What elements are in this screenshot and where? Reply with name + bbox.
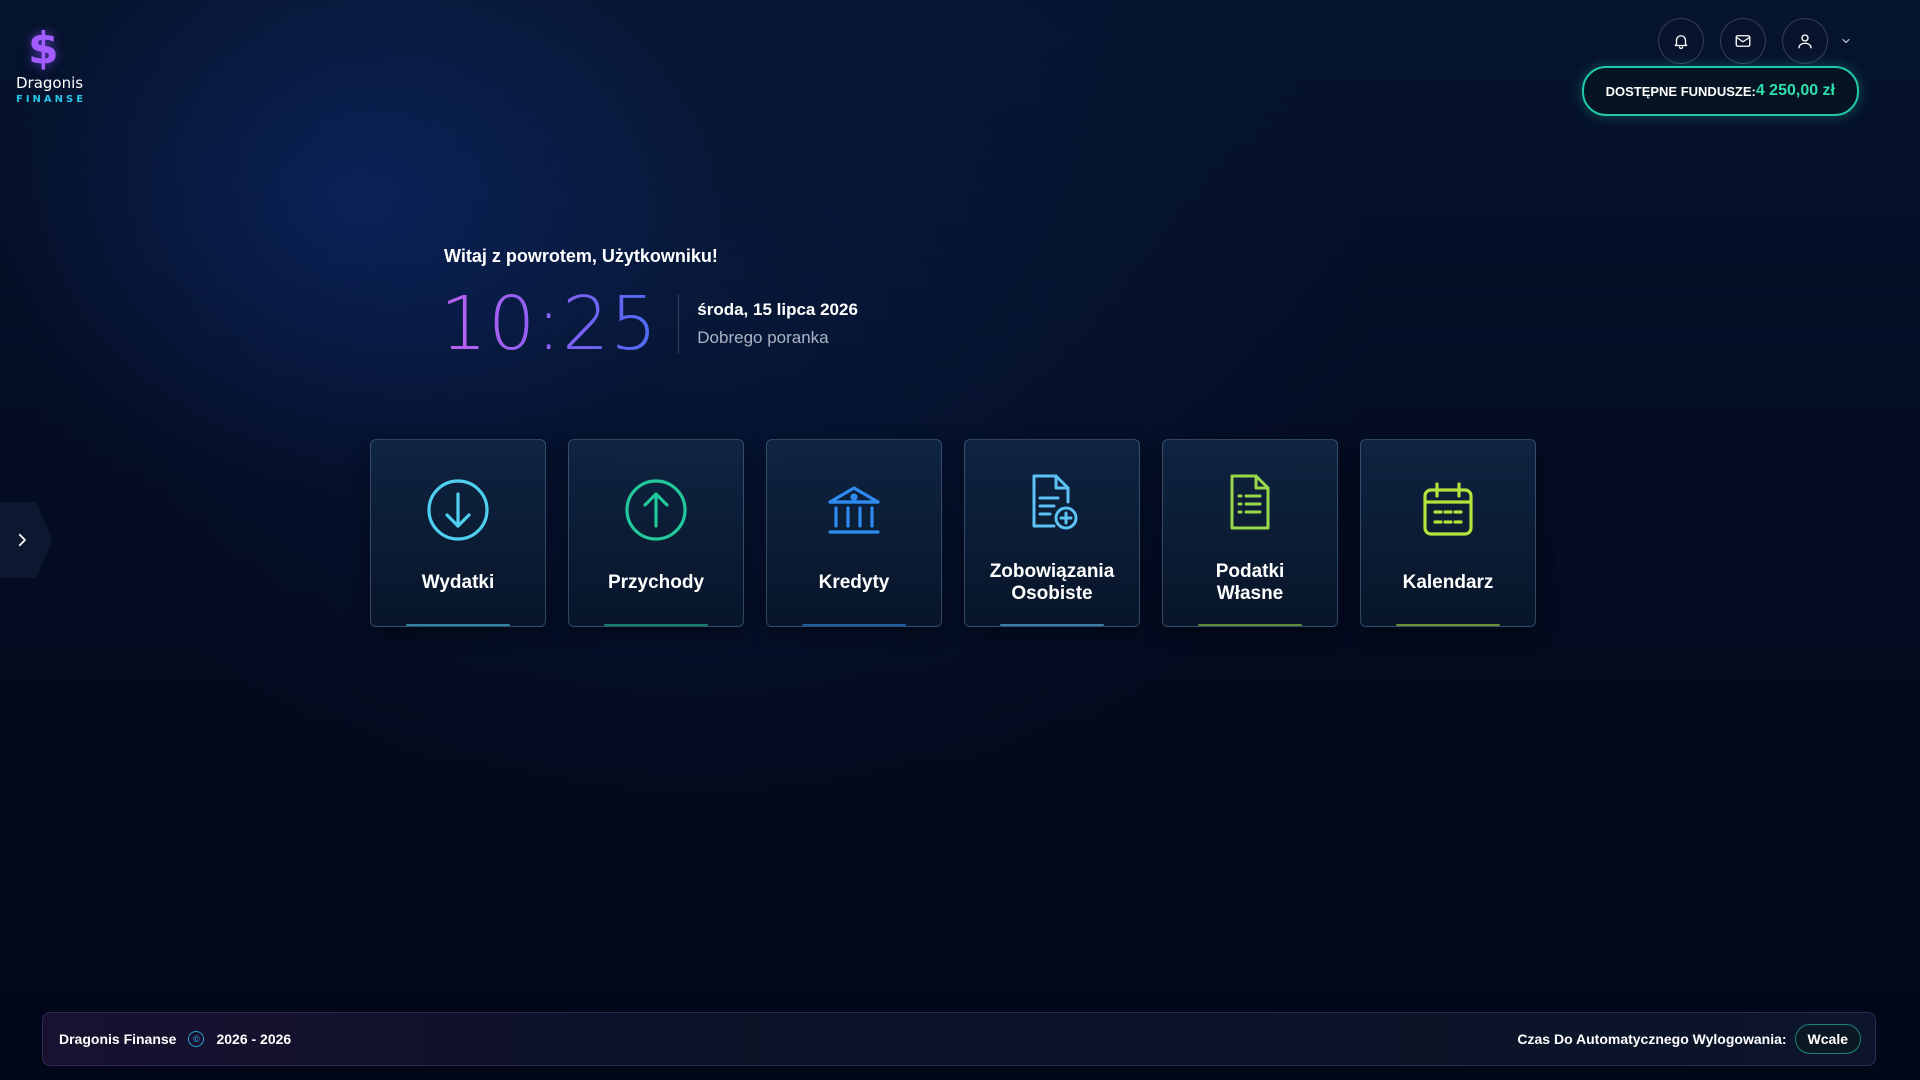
chevron-right-icon [18, 533, 26, 547]
copyright-icon: © [188, 1031, 205, 1047]
clock-divider [678, 294, 680, 354]
chevron-down-icon[interactable] [1840, 35, 1852, 47]
daypart-greeting: Dobrego poranka [697, 328, 829, 347]
available-funds-badge[interactable]: DOSTĘPNE FUNDUSZE: 4 250,00 zł [1581, 66, 1859, 116]
available-funds-value: 4 250,00 zł [1755, 82, 1835, 99]
footer-brand-name: Dragonis Finanse [59, 1031, 177, 1047]
tile-accent [999, 624, 1105, 626]
tile-accent [603, 624, 709, 626]
tile-accent [1197, 624, 1303, 626]
brand-name: Dragonis [16, 74, 84, 92]
module-tiles: Wydatki Przychody Kredyty Zobowiązania O… [370, 439, 1536, 627]
bell-icon [1674, 35, 1688, 50]
dollar-icon: $ [28, 23, 59, 74]
welcome-message: Witaj z powrotem, Użytkowniku! [444, 246, 718, 266]
brand-subtitle: FINANSE [16, 94, 87, 105]
footer-years: 2026 - 2026 [216, 1031, 292, 1047]
footer-brand: Dragonis Finanse © 2026 - 2026 [59, 1031, 291, 1047]
tile-accent [405, 624, 511, 626]
sidebar-toggle-button[interactable] [0, 502, 52, 578]
header-actions [1658, 18, 1852, 64]
auto-logout-label: Czas Do Automatycznego Wylogowania: [1517, 1031, 1787, 1047]
auto-logout-section: Czas Do Automatycznego Wylogowania: Wcal… [1517, 1024, 1861, 1054]
current-date: środa, 15 lipca 2026 [697, 300, 858, 319]
auto-logout-value[interactable]: Wcale [1794, 1024, 1861, 1054]
tile-accent [801, 624, 907, 626]
arrow-down-circle-icon [427, 479, 489, 541]
messages-button[interactable] [1720, 18, 1766, 64]
tile-podatki-wlasne[interactable]: Podatki Własne [1162, 439, 1338, 627]
tile-zobowiazania-osobiste[interactable]: Zobowiązania Osobiste [964, 439, 1140, 627]
tile-kredyty[interactable]: Kredyty [766, 439, 942, 627]
tile-przychody[interactable]: Przychody [568, 439, 744, 627]
brand-logo[interactable]: $ Dragonis FINANSE [12, 23, 92, 106]
tile-wydatki[interactable]: Wydatki [370, 439, 546, 627]
clock-time: 10:25 [440, 281, 659, 367]
user-menu-button[interactable] [1782, 18, 1828, 64]
mail-icon [1735, 35, 1751, 47]
footer-bar: Dragonis Finanse © 2026 - 2026 Czas Do A… [42, 1012, 1876, 1066]
tile-label: Wydatki [421, 572, 495, 593]
tile-label: Przychody [607, 572, 705, 593]
tile-accent [1395, 624, 1501, 626]
tile-label: Kredyty [818, 572, 890, 593]
user-icon [1798, 34, 1812, 49]
notifications-button[interactable] [1658, 18, 1704, 64]
arrow-up-circle-icon [625, 479, 687, 541]
tile-label: Zobowiązania Osobiste [989, 561, 1115, 604]
tile-kalendarz[interactable]: Kalendarz [1360, 439, 1536, 627]
document-list-icon [1230, 474, 1270, 530]
tile-label: Podatki Własne [1215, 561, 1285, 604]
dashboard-page: $ Dragonis FINANSE DOSTĘPNE FUNDUSZE: 4 … [0, 0, 1920, 1080]
calendar-icon [1423, 482, 1473, 536]
available-funds-label: DOSTĘPNE FUNDUSZE: [1605, 83, 1756, 99]
document-plus-icon [1032, 474, 1078, 530]
date-block: środa, 15 lipca 2026 Dobrego poranka [697, 300, 858, 348]
bank-icon [828, 486, 880, 534]
tile-label: Kalendarz [1402, 572, 1494, 593]
clock-section: 10:25 środa, 15 lipca 2026 Dobrego poran… [440, 284, 858, 364]
